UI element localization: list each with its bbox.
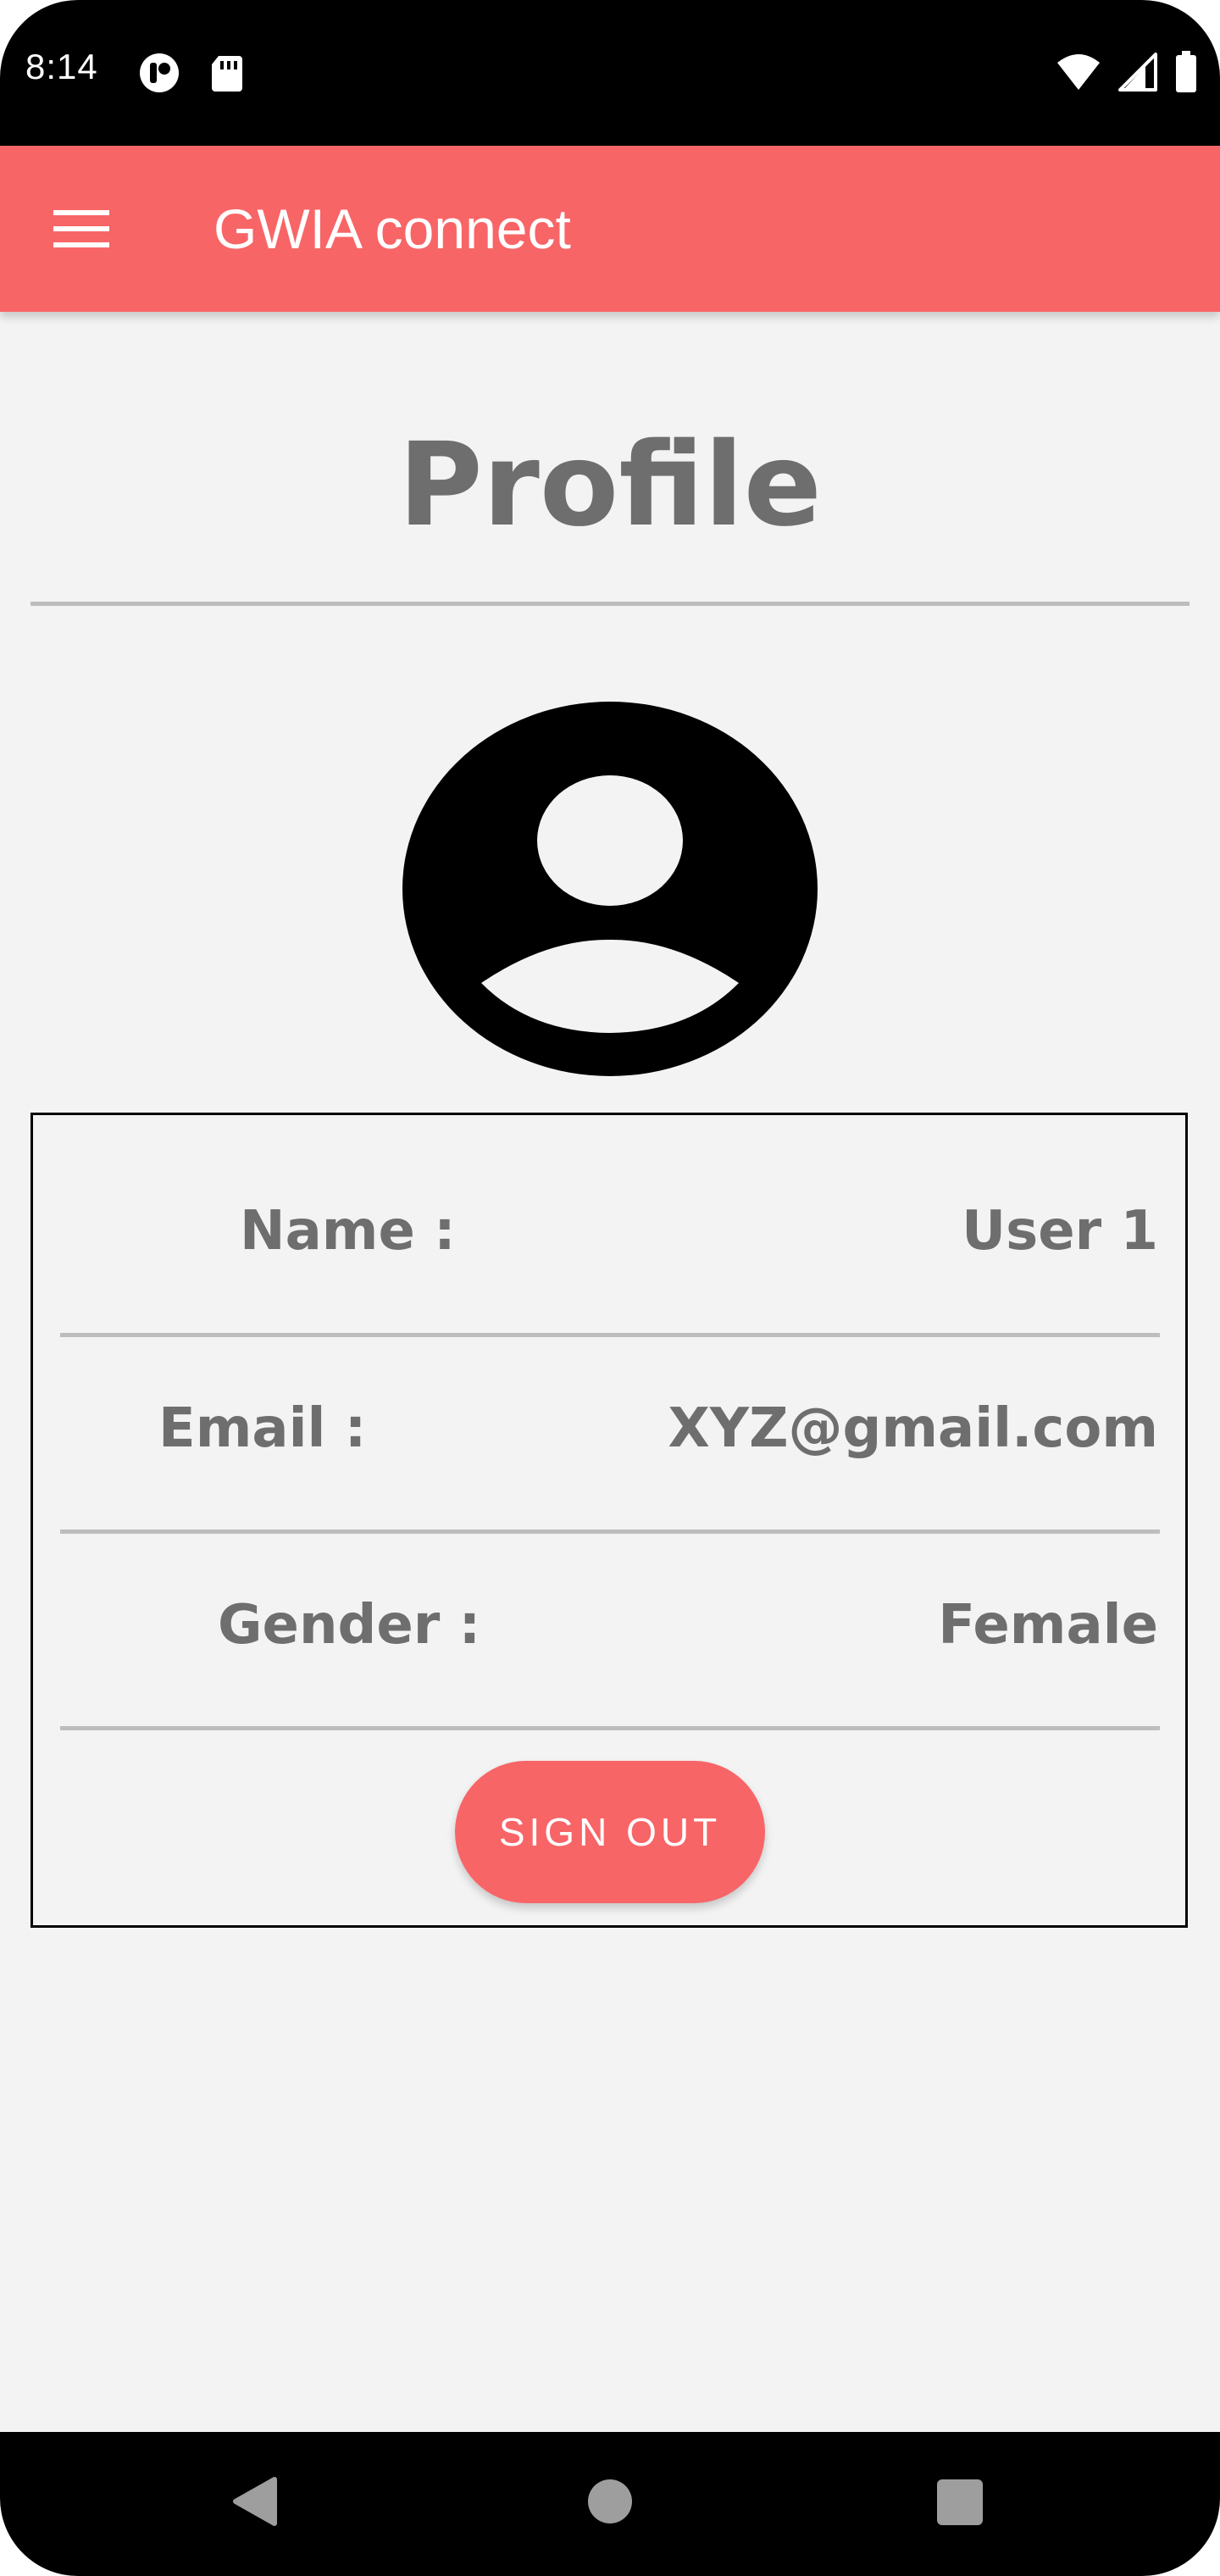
gender-label: Gender : [218, 1594, 481, 1657]
gender-value: Female [938, 1594, 1158, 1657]
email-value: XYZ@gmail.com [668, 1397, 1158, 1460]
status-time: 8:14 [25, 47, 98, 86]
row-divider [60, 1530, 1160, 1534]
recents-square-icon[interactable] [937, 2479, 983, 2525]
wifi-icon [1056, 53, 1101, 96]
cellular-signal-icon [1118, 52, 1157, 96]
page-title: Profile [398, 419, 822, 552]
title-divider [30, 602, 1190, 606]
back-triangle-icon[interactable] [230, 2476, 278, 2527]
name-label: Name : [240, 1200, 456, 1263]
row-divider [60, 1333, 1160, 1337]
app-bar: GWIA connect [0, 146, 1220, 312]
notification-app-icon [139, 53, 180, 93]
hamburger-menu-icon[interactable] [47, 195, 115, 263]
status-icons-right [1056, 50, 1198, 97]
status-bar: 8:14 [0, 0, 1220, 146]
sign-out-button[interactable]: SIGN OUT [455, 1761, 765, 1903]
device-screen: 8:14 GWIA connect Profile Name: User 1 … [0, 0, 1220, 2576]
profile-card: Name : User 1 Email : XYZ@gmail.com Gend… [30, 1113, 1188, 1928]
navigation-bar [0, 2432, 1220, 2576]
gender-row: Gender : Female [33, 1587, 1185, 1663]
email-row: Email : XYZ@gmail.com [33, 1391, 1185, 1467]
app-title: GWIA connect [214, 197, 571, 260]
account-circle-icon [402, 702, 818, 1076]
battery-icon [1174, 50, 1198, 97]
name-value: User 1 [962, 1200, 1158, 1263]
row-divider [60, 1726, 1160, 1730]
home-circle-icon[interactable] [588, 2479, 632, 2523]
name-row: Name : User 1 [33, 1193, 1185, 1269]
email-label: Email : [158, 1397, 367, 1460]
sd-card-icon [207, 53, 247, 93]
